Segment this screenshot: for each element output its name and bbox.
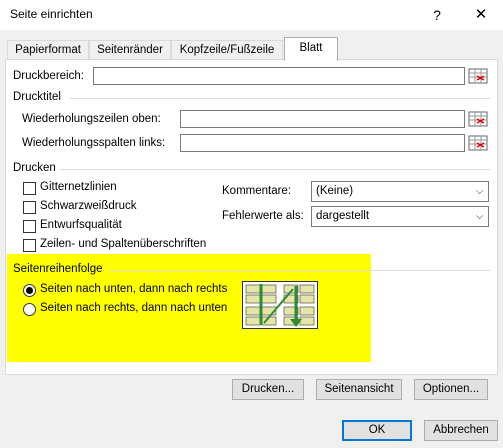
chevron-down-icon[interactable]: ⌵ <box>470 207 488 226</box>
print-titles-group-label: Drucktitel <box>13 91 61 103</box>
gridlines-checkbox[interactable] <box>23 182 36 195</box>
group-divider <box>70 98 490 99</box>
comments-value: (Keine) <box>316 185 354 197</box>
tab-seitenraender[interactable]: Seitenränder <box>89 40 171 60</box>
page-order-group-label: Seitenreihenfolge <box>13 263 103 275</box>
print-group-label: Drucken <box>13 162 56 174</box>
range-select-icon[interactable] <box>468 135 488 151</box>
print-area-input[interactable] <box>93 67 465 85</box>
group-divider <box>60 169 490 170</box>
comments-label: Kommentare: <box>222 185 292 197</box>
repeat-cols-input[interactable] <box>180 134 465 152</box>
range-select-icon[interactable] <box>468 111 488 127</box>
repeat-cols-label: Wiederholungsspalten links: <box>22 137 166 149</box>
black-white-checkbox[interactable] <box>23 201 36 214</box>
tab-blatt[interactable]: Blatt <box>284 37 338 61</box>
order-down-then-over-label: Seiten nach unten, dann nach rechts <box>40 283 228 295</box>
draft-quality-label: Entwurfsqualität <box>40 219 122 231</box>
repeat-rows-label: Wiederholungszeilen oben: <box>22 113 161 125</box>
print-button[interactable]: Drucken... <box>232 379 304 400</box>
gridlines-label: Gitternetzlinien <box>40 181 117 193</box>
row-col-headings-label: Zeilen- und Spaltenüberschriften <box>40 238 207 250</box>
range-select-icon[interactable] <box>468 68 488 84</box>
page-order-preview-icon <box>242 281 318 329</box>
comments-select[interactable]: (Keine) ⌵ <box>311 181 489 202</box>
error-values-value: dargestellt <box>316 210 370 222</box>
error-values-select[interactable]: dargestellt ⌵ <box>311 206 489 227</box>
tab-papierformat[interactable]: Papierformat <box>7 40 89 60</box>
order-over-then-down-label: Seiten nach rechts, dann nach unten <box>40 302 228 314</box>
print-area-label: Druckbereich: <box>13 70 84 82</box>
print-preview-button[interactable]: Seitenansicht <box>316 379 402 400</box>
error-values-label: Fehlerwerte als: <box>222 210 304 222</box>
draft-quality-checkbox[interactable] <box>23 220 36 233</box>
black-white-label: Schwarzweißdruck <box>40 200 137 212</box>
order-down-then-over-radio[interactable] <box>23 284 36 297</box>
ok-button[interactable]: OK <box>342 420 412 441</box>
repeat-rows-input[interactable] <box>180 110 465 128</box>
window-title: Seite einrichten <box>10 7 93 21</box>
tab-kopfzeile-fusszeile[interactable]: Kopfzeile/Fußzeile <box>171 40 283 60</box>
group-divider <box>110 270 490 271</box>
cancel-button[interactable]: Abbrechen <box>424 420 498 441</box>
close-button[interactable]: ✕ <box>467 3 495 27</box>
options-button[interactable]: Optionen... <box>414 379 488 400</box>
help-button[interactable]: ? <box>425 3 449 27</box>
row-col-headings-checkbox[interactable] <box>23 239 36 252</box>
order-over-then-down-radio[interactable] <box>23 303 36 316</box>
chevron-down-icon[interactable]: ⌵ <box>470 182 488 201</box>
